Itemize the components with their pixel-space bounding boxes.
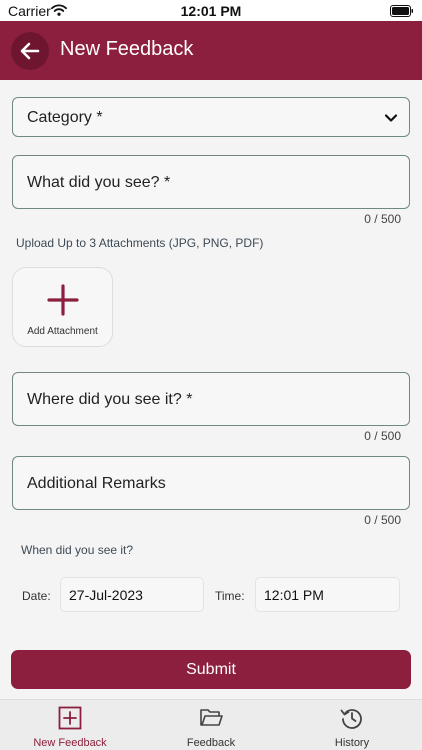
date-value: 27-Jul-2023 <box>69 587 143 603</box>
tab-history[interactable]: History <box>282 700 422 750</box>
time-value: 12:01 PM <box>264 587 324 603</box>
category-select[interactable]: Category * <box>12 97 410 137</box>
chevron-down-icon <box>384 114 398 122</box>
status-time: 12:01 PM <box>180 3 242 19</box>
arrow-left-icon <box>20 42 40 60</box>
add-attachment-button[interactable]: Add Attachment <box>12 267 113 347</box>
tab-bar: New Feedback Feedback History <box>0 699 422 750</box>
upload-hint: Upload Up to 3 Attachments (JPG, PNG, PD… <box>16 236 264 250</box>
tab-new-feedback[interactable]: New Feedback <box>0 700 140 750</box>
battery-icon <box>390 5 413 17</box>
date-label: Date: <box>22 589 51 603</box>
status-bar: Carrier 12:01 PM <box>0 0 422 21</box>
tab-history-label: History <box>334 737 370 749</box>
back-button[interactable] <box>11 32 49 70</box>
where-did-you-see-field[interactable]: Where did you see it? * <box>12 372 410 426</box>
category-placeholder: Category * <box>27 109 103 126</box>
tab-new-feedback-label: New Feedback <box>33 737 107 749</box>
additional-remarks-field[interactable]: Additional Remarks <box>12 456 410 510</box>
date-field[interactable]: 27-Jul-2023 <box>60 577 204 612</box>
additional-remarks-placeholder: Additional Remarks <box>27 475 166 492</box>
plus-icon <box>47 284 79 316</box>
where-did-you-see-counter: 0 / 500 <box>364 429 401 443</box>
time-label: Time: <box>215 589 245 603</box>
where-did-you-see-placeholder: Where did you see it? * <box>27 391 193 408</box>
tab-feedback-label: Feedback <box>186 737 236 749</box>
when-label: When did you see it? <box>21 543 134 557</box>
folder-icon <box>200 709 223 726</box>
page-title: New Feedback <box>60 38 194 60</box>
what-did-you-see-placeholder: What did you see? * <box>27 174 171 191</box>
plus-square-icon <box>58 706 82 730</box>
history-icon <box>340 709 362 729</box>
tab-feedback[interactable]: Feedback <box>141 700 281 750</box>
what-did-you-see-field[interactable]: What did you see? * <box>12 155 410 209</box>
additional-remarks-counter: 0 / 500 <box>364 513 401 527</box>
app-header: New Feedback <box>0 21 422 80</box>
add-attachment-label: Add Attachment <box>27 326 98 337</box>
submit-button[interactable]: Submit <box>11 650 411 689</box>
time-field[interactable]: 12:01 PM <box>255 577 400 612</box>
what-did-you-see-counter: 0 / 500 <box>364 212 401 226</box>
